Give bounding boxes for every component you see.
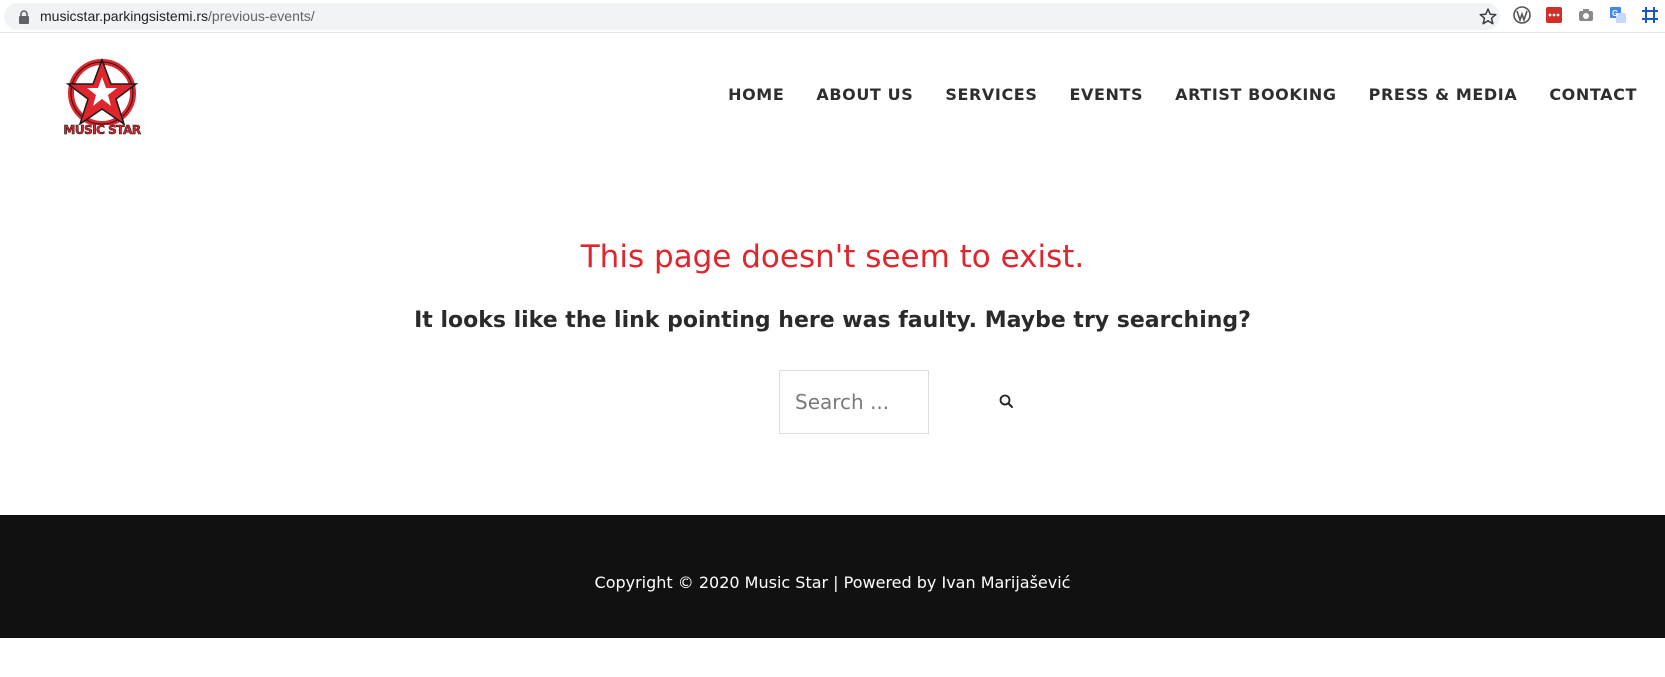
search-icon: [999, 394, 1013, 408]
bookmark-star-icon[interactable]: [1478, 7, 1498, 27]
url-host: musicstar.parkingsistemi.rs: [40, 8, 209, 24]
camera-icon[interactable]: [1577, 6, 1595, 24]
url-text[interactable]: musicstar.parkingsistemi.rs/previous-eve…: [40, 8, 315, 24]
svg-text:G: G: [1612, 9, 1618, 18]
copyright-text: Copyright © 2020 Music Star | Powered by…: [594, 573, 1071, 592]
nav-press-media[interactable]: PRESS & MEDIA: [1353, 85, 1534, 104]
lastpass-icon[interactable]: [1545, 6, 1563, 24]
lock-icon[interactable]: [18, 10, 30, 24]
page-title: This page doesn't seem to exist.: [580, 239, 1085, 275]
nav-events[interactable]: EVENTS: [1053, 85, 1159, 104]
address-bar[interactable]: musicstar.parkingsistemi.rs/previous-eve…: [4, 3, 1500, 30]
main-navigation: HOME ABOUT US SERVICES EVENTS ARTIST BOO…: [712, 85, 1637, 104]
search-button[interactable]: [997, 392, 1017, 412]
nav-contact[interactable]: CONTACT: [1533, 85, 1637, 104]
nav-home[interactable]: HOME: [712, 85, 800, 104]
site-logo[interactable]: MUSIC STAR: [56, 55, 152, 141]
grid-extension-icon[interactable]: [1641, 6, 1659, 24]
search-input[interactable]: [779, 370, 929, 434]
site-header: MUSIC STAR HOME ABOUT US SERVICES EVENTS…: [0, 33, 1665, 163]
google-translate-icon[interactable]: G: [1609, 6, 1627, 24]
url-path: /previous-events/: [208, 8, 315, 24]
nav-artist-booking[interactable]: ARTIST BOOKING: [1159, 85, 1353, 104]
search-form: [779, 370, 1029, 434]
logo-text: MUSIC STAR: [63, 123, 141, 138]
site-footer: Copyright © 2020 Music Star | Powered by…: [0, 515, 1665, 638]
nav-services[interactable]: SERVICES: [929, 85, 1053, 104]
error-message: It looks like the link pointing here was…: [414, 308, 1251, 333]
wordpress-icon[interactable]: [1513, 6, 1531, 24]
main-content: This page doesn't seem to exist. It look…: [0, 163, 1665, 515]
nav-about-us[interactable]: ABOUT US: [800, 85, 929, 104]
browser-toolbar: musicstar.parkingsistemi.rs/previous-eve…: [0, 0, 1665, 33]
